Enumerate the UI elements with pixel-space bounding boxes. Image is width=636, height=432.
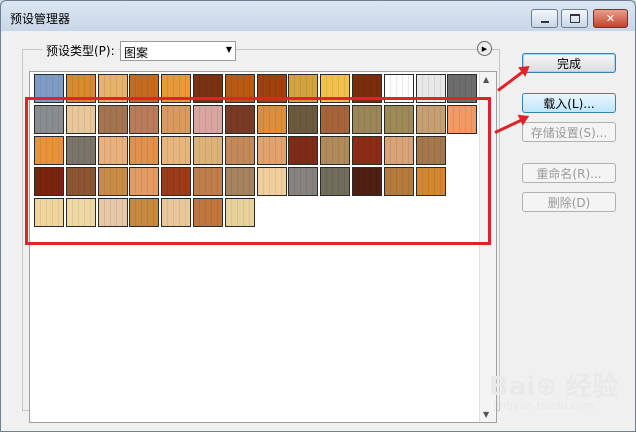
delete-button[interactable]: 删除(D) <box>522 192 616 212</box>
load-button[interactable]: 载入(L)... <box>522 93 616 113</box>
done-button[interactable]: 完成 <box>522 53 616 73</box>
rename-button[interactable]: 重命名(R)... <box>522 163 616 183</box>
minimize-button[interactable] <box>531 9 558 28</box>
close-button[interactable]: ✕ <box>593 9 628 28</box>
window-title: 预设管理器 <box>10 12 71 26</box>
maximize-icon <box>569 14 580 23</box>
scroll-up-icon[interactable]: ▲ <box>483 75 489 84</box>
preset-type-label: 预设类型(P): <box>43 42 118 59</box>
preset-type-select[interactable]: 图案 ▼ <box>120 41 236 61</box>
watermark-url: jingyan.baidu.com <box>493 399 595 412</box>
flyout-menu-button[interactable]: ▶ <box>477 41 492 56</box>
highlight-box <box>25 97 491 245</box>
preset-type-value: 图案 <box>124 46 149 60</box>
chevron-down-icon: ▼ <box>225 45 232 54</box>
maximize-button[interactable] <box>561 9 588 28</box>
minimize-icon <box>540 20 549 23</box>
preset-manager-window: 预设管理器 ✕ 预设类型(P): 图案 ▼ ▶ ▲ ▼ 完成 载入(L)... <box>0 0 636 432</box>
close-icon: ✕ <box>605 12 616 25</box>
title-bar: 预设管理器 ✕ <box>1 1 635 31</box>
save-settings-button[interactable]: 存储设置(S)... <box>522 122 616 142</box>
watermark-brand: Bai⊕ 经验 <box>489 372 619 402</box>
play-arrow-icon: ▶ <box>481 44 488 53</box>
scroll-down-icon[interactable]: ▼ <box>483 410 489 419</box>
